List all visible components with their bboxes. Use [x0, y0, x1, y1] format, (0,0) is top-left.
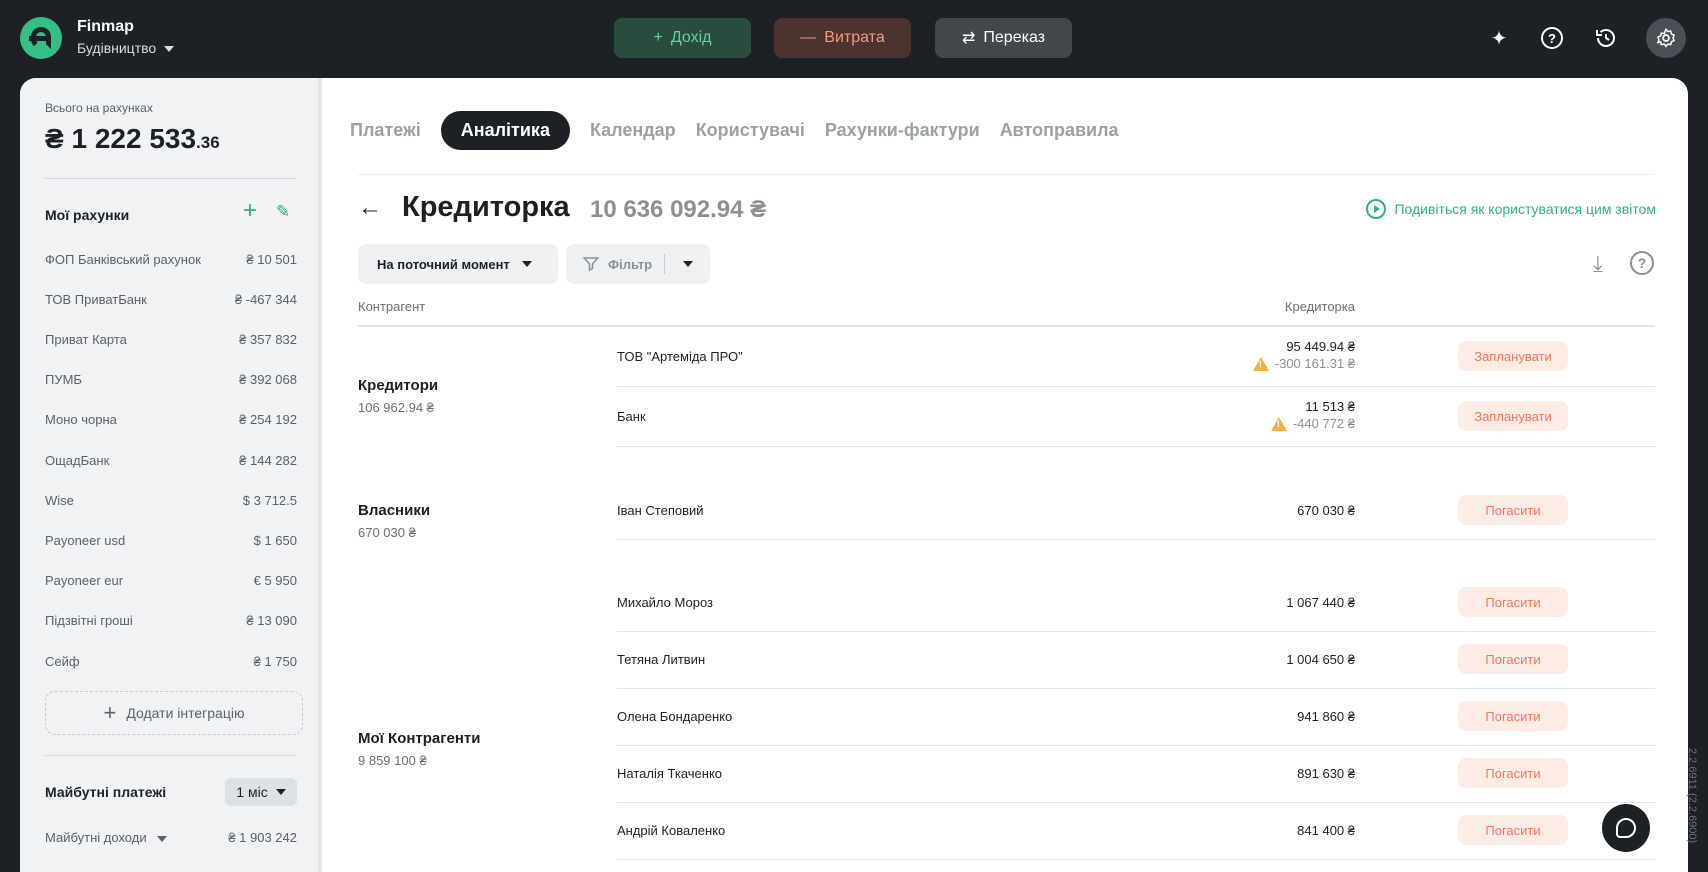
repay-button[interactable]: Погасити: [1458, 758, 1568, 788]
main-tabs: Платежі Аналітика Календар Користувачі Р…: [350, 110, 1139, 150]
company-name: Будівництво: [77, 40, 157, 56]
schedule-button[interactable]: Запланувати: [1458, 401, 1568, 431]
page-title: Кредиторка: [402, 191, 570, 223]
back-arrow-icon[interactable]: ←: [358, 194, 382, 222]
repay-button[interactable]: Погасити: [1458, 815, 1568, 845]
history-icon[interactable]: [1592, 24, 1620, 52]
chevron-down-icon: [521, 261, 532, 267]
group-sum: 9 859 100 ₴: [358, 753, 427, 768]
chat-icon: [1616, 818, 1636, 838]
help-icon[interactable]: ?: [1538, 24, 1566, 52]
version-label: 2.2.6911 (2.2.6900): [1686, 748, 1698, 844]
account-item[interactable]: Wise $ 3 712.5: [45, 490, 297, 510]
account-item[interactable]: Payoneer eur € 5 950: [45, 570, 297, 590]
tab-payments[interactable]: Платежі: [350, 120, 421, 141]
add-transfer-button[interactable]: ⇄ Переказ: [935, 18, 1072, 58]
group-sum: 670 030 ₴: [358, 525, 416, 540]
howto-link[interactable]: Подивіться як користуватися цим звітом: [1366, 199, 1656, 219]
column-header-credit: Кредиторка: [1284, 299, 1355, 314]
plus-icon: +: [653, 29, 663, 46]
main-card: Всього на рахунках ₴ 1 222 533.36 Мої ра…: [20, 78, 1688, 872]
divider: [45, 178, 297, 179]
repay-button[interactable]: Погасити: [1458, 644, 1568, 674]
help-icon[interactable]: ?: [1630, 251, 1654, 275]
minus-icon: —: [800, 29, 817, 46]
add-integration-button[interactable]: + Додати інтеграцію: [45, 691, 303, 735]
group-sum: 106 962.94 ₴: [358, 400, 434, 415]
tab-invoices[interactable]: Рахунки-фактури: [825, 120, 980, 141]
account-item[interactable]: Моно чорна ₴ 254 192: [45, 409, 297, 429]
account-item[interactable]: ОщадБанк ₴ 144 282: [45, 450, 297, 470]
future-period-select[interactable]: 1 міс: [225, 778, 297, 806]
tab-analytics[interactable]: Аналітика: [440, 110, 570, 150]
account-item[interactable]: ФОП Банківський рахунок ₴ 10 501: [45, 249, 297, 269]
filter-button[interactable]: Фільтр: [566, 244, 710, 284]
play-icon: [1366, 199, 1387, 219]
sparkle-icon[interactable]: ✦: [1485, 24, 1513, 52]
add-expense-button[interactable]: — Витрата: [774, 18, 911, 58]
download-icon[interactable]: ⤓: [1593, 251, 1603, 277]
transfer-icon: ⇄: [961, 30, 976, 47]
account-item[interactable]: Payoneer usd $ 1 650: [45, 530, 297, 550]
plus-icon: +: [103, 700, 117, 725]
chevron-down-icon: [164, 46, 175, 53]
tab-users[interactable]: Користувачі: [696, 120, 805, 141]
total-balance: ₴ 1 222 533.36: [45, 123, 220, 154]
company-selector[interactable]: Будівництво: [77, 40, 175, 56]
warning-icon: [1252, 356, 1269, 371]
group-name: Кредитори: [358, 377, 439, 394]
moment-dropdown[interactable]: На поточний момент: [358, 244, 558, 284]
repay-button[interactable]: Погасити: [1458, 495, 1568, 525]
sidebar: Всього на рахунках ₴ 1 222 533.36 Мої ра…: [20, 78, 322, 872]
chevron-down-icon[interactable]: [683, 261, 694, 267]
chat-button[interactable]: [1602, 804, 1650, 852]
add-account-icon[interactable]: +: [239, 199, 261, 223]
repay-button[interactable]: Погасити: [1458, 587, 1568, 617]
settings-gear-icon[interactable]: [1646, 18, 1686, 58]
account-item[interactable]: Підзвітні гроші ₴ 13 090: [45, 610, 297, 630]
account-item[interactable]: ТОВ ПриватБанк ₴ -467 344: [45, 289, 297, 309]
column-header-counterparty: Контрагент: [358, 299, 426, 314]
group-name: Власники: [358, 502, 431, 519]
tab-autorules[interactable]: Автоправила: [1000, 120, 1119, 141]
chevron-down-icon: [156, 835, 167, 842]
future-payments-title: Майбутні платежі: [45, 784, 167, 800]
total-caption: Всього на рахунках: [45, 101, 153, 115]
future-income-row[interactable]: Майбутні доходи ₴ 1 903 242: [45, 830, 297, 845]
group-name: Мої Контрагенти: [358, 730, 481, 747]
report-total: 10 636 092.94 ₴: [590, 196, 767, 223]
brand-name: Finmap: [77, 18, 134, 35]
account-item[interactable]: Сейф ₴ 1 750: [45, 651, 297, 671]
warning-icon: [1270, 416, 1287, 431]
divider: [45, 755, 297, 756]
schedule-button[interactable]: Запланувати: [1458, 341, 1568, 371]
tab-calendar[interactable]: Календар: [590, 120, 676, 141]
top-bar: Finmap Будівництво + Дохід — Витрата ⇄ П…: [0, 0, 1708, 78]
account-item[interactable]: ПУМБ ₴ 392 068: [45, 369, 297, 389]
finmap-logo[interactable]: [20, 17, 62, 59]
divider: [358, 174, 1655, 175]
account-item[interactable]: Приват Карта ₴ 357 832: [45, 329, 297, 349]
edit-accounts-icon[interactable]: ✎: [273, 202, 293, 222]
repay-button[interactable]: Погасити: [1458, 701, 1568, 731]
svg-text:?: ?: [1548, 31, 1556, 46]
accounts-title: Мої рахунки: [45, 207, 130, 223]
add-income-button[interactable]: + Дохід: [614, 18, 751, 58]
filter-icon: [582, 257, 600, 272]
chevron-down-icon: [275, 789, 286, 795]
